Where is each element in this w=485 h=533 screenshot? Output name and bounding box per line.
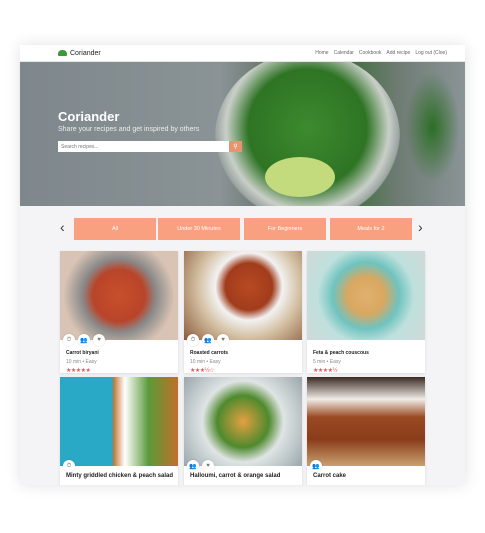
recipe-title: Carrot cake <box>313 473 347 479</box>
timer-icon: ⏱ <box>187 334 199 346</box>
recipe-card[interactable]: ⏱ Minty griddled chicken & peach salad <box>60 377 178 485</box>
recipe-card[interactable]: 👥 ♥ Halloumi, carrot & orange salad <box>184 377 302 485</box>
rating-stars: ★★★½☆ <box>190 368 215 374</box>
people-icon: 👥 <box>187 460 199 472</box>
recipe-meta: 5 min • Easy <box>313 359 341 365</box>
recipe-card[interactable]: 👥 Carrot cake <box>307 377 425 485</box>
rating-stars: ★★★★★ <box>66 368 91 374</box>
chevron-left-icon[interactable]: ‹ <box>60 219 65 235</box>
recipe-card[interactable]: ⏱ 👥 ♥ Carrot biryani 10 min • Easy ★★★★★ <box>60 251 178 374</box>
heart-icon[interactable]: ♥ <box>93 334 105 346</box>
recipe-title: Roasted carrots <box>190 350 229 356</box>
recipe-title: Feta & peach couscous <box>313 350 369 356</box>
recipe-image: 👥 <box>307 377 425 472</box>
hero-title: Coriander <box>58 109 120 124</box>
recipe-image: ⏱ 👥 ♥ <box>184 251 302 346</box>
timer-icon: ⏱ <box>63 334 75 346</box>
coriander-leaf-icon <box>58 50 67 56</box>
nav-home[interactable]: Home <box>315 50 328 56</box>
recipe-image: 👥 ♥ <box>184 377 302 472</box>
rating-stars: ★★★★½ <box>313 368 338 374</box>
filter-carousel: ‹ All Under 30 Minutes For Beginners Mea… <box>20 206 465 250</box>
people-icon: 👥 <box>78 334 90 346</box>
search-icon: ⚲ <box>233 144 238 150</box>
navbar: Coriander Home Calendar Cookbook Add rec… <box>20 45 465 62</box>
recipe-image: ⏱ <box>60 377 178 472</box>
search-input[interactable] <box>58 141 229 152</box>
timer-icon: ⏱ <box>63 460 75 472</box>
app-window: Coriander Home Calendar Cookbook Add rec… <box>20 45 465 485</box>
recipe-image: ⏱ 👥 ♥ <box>60 251 178 346</box>
filter-under-30[interactable]: Under 30 Minutes <box>158 218 240 240</box>
filter-all[interactable]: All <box>74 218 156 240</box>
brand-name: Coriander <box>70 49 101 57</box>
chevron-right-icon[interactable]: › <box>418 219 423 235</box>
people-icon: 👥 <box>310 460 322 472</box>
hero-banner: Coriander Share your recipes and get ins… <box>20 62 465 206</box>
recipe-image <box>307 251 425 340</box>
nav-cookbook[interactable]: Cookbook <box>359 50 382 56</box>
search-button[interactable]: ⚲ <box>229 141 242 152</box>
heart-icon[interactable]: ♥ <box>217 334 229 346</box>
heart-icon[interactable]: ♥ <box>202 460 214 472</box>
hero-subtitle: Share your recipes and get inspired by o… <box>58 126 200 133</box>
recipe-title: Halloumi, carrot & orange salad <box>190 473 281 479</box>
search-bar: ⚲ <box>58 141 242 152</box>
recipe-card[interactable]: ⏱ 👥 ♥ Roasted carrots 10 min • Easy ★★★½☆ <box>184 251 302 374</box>
brand-logo[interactable]: Coriander <box>58 50 101 57</box>
recipe-title: Minty griddled chicken & peach salad <box>66 473 174 479</box>
filter-beginners[interactable]: For Beginners <box>244 218 326 240</box>
filter-meals-for-2[interactable]: Meals for 2 <box>330 218 412 240</box>
recipe-card[interactable]: Feta & peach couscous 5 min • Easy ★★★★½ <box>307 251 425 374</box>
recipe-meta: 10 min • Easy <box>66 359 97 365</box>
lime-image <box>265 157 335 197</box>
people-icon: 👥 <box>202 334 214 346</box>
herb-image <box>405 72 460 182</box>
nav-calendar[interactable]: Calendar <box>334 50 354 56</box>
recipe-title: Carrot biryani <box>66 350 99 356</box>
recipe-meta: 10 min • Easy <box>190 359 221 365</box>
nav-logout[interactable]: Log out (Cloe) <box>415 50 447 56</box>
nav-add-recipe[interactable]: Add recipe <box>386 50 410 56</box>
